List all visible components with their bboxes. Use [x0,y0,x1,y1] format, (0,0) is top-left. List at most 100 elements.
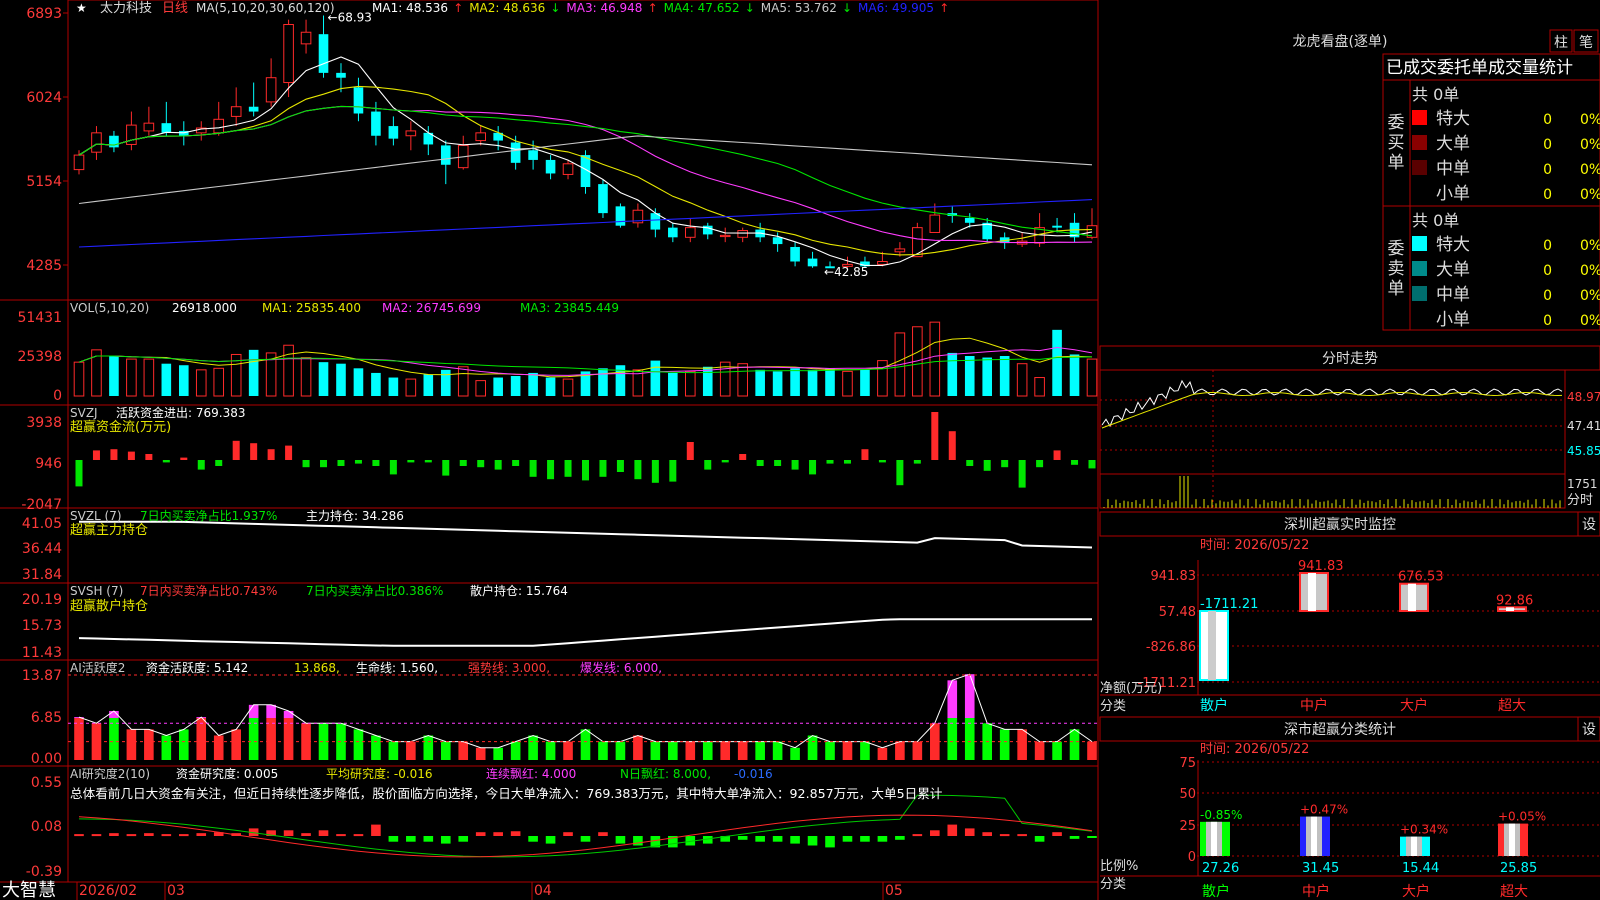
class-category: 散户 [1202,883,1230,900]
activity-bar [231,729,241,760]
activity-bar [144,729,154,760]
research-bar [196,833,207,836]
svsh-title: SVSH (7) [70,584,123,598]
candle-body [230,106,242,117]
research-bar [737,836,748,840]
fund-flow-bar [774,460,782,466]
research-bar [510,831,521,836]
activity-bar [685,741,696,760]
fund-flow-bar [302,460,310,468]
activity-bar [650,741,661,760]
row-label: 特大 [1436,109,1470,129]
activity-bar [353,729,364,760]
activity-bar [161,735,172,760]
fund-flow-bar [215,460,223,466]
research-bar [807,836,818,846]
volume-bar [860,369,870,396]
class-tick: 25 [1179,819,1196,834]
fund-flow-bar [1018,460,1026,488]
research-bar [842,836,853,842]
activity-bar [720,741,731,760]
row-value: 0 [1543,238,1552,254]
volume-bar [353,368,364,396]
volume-bar [755,369,765,396]
candle-body [877,260,888,265]
research-bar [790,836,800,844]
ai2-tick-label: 0.55 [31,775,62,791]
monitor-xlabel: 分类 [1100,699,1126,714]
monitor-category: 中户 [1300,697,1328,714]
research-bar [912,834,923,837]
ai1-t1: 资金活跃度: 5.142 [146,660,248,675]
vol-ma2: MA2: 26745.699 [382,301,481,315]
research-bar [982,832,993,836]
ma-arrow: ↑ [453,1,463,15]
period-label[interactable]: 日线 [162,1,188,16]
legend-swatch [1412,236,1427,251]
intraday-title: 分时走势 [1322,351,1378,367]
activity-bar [790,747,800,760]
vol-tick-label: 0 [53,388,62,404]
activity-bar [563,741,573,760]
candle-body [371,111,381,136]
row-value: 0 [1543,313,1552,329]
candle-body [737,230,748,238]
price-tick-label: 6024 [26,90,62,106]
activity-bar [842,741,853,760]
class-value: 25.85 [1500,861,1537,876]
row-label: 小单 [1436,310,1470,330]
star-icon[interactable]: ★ [76,1,87,15]
research-bar [633,836,643,846]
volume-bar [842,370,853,397]
svsh-tick-label: 15.73 [22,618,62,634]
fund-flow-bar [92,450,100,460]
legend-swatch [1412,160,1427,175]
activity-bar [755,741,765,760]
candle-body [336,72,346,78]
activity-bar [1069,729,1080,760]
fund-flow-bar [896,460,904,486]
volume-bar [1069,354,1080,396]
activity-bar [493,747,503,760]
activity-bar [510,741,521,760]
row-label: 小单 [1436,184,1470,204]
chart-layer: ←68.93←42.85 [0,0,1099,900]
ai1-tick-label: 0.00 [31,751,62,767]
ai2-t1: 资金研究度: 0.005 [176,766,278,781]
monitor-bar-shine [1208,611,1216,681]
activity-bar [895,741,905,760]
activity-bar [388,741,399,760]
research-bar [1052,832,1062,836]
volume-bar [1016,363,1028,397]
fund-flow-bar [320,460,328,468]
ai1-t3: 生命线: 1.560, [356,660,438,675]
fund-flow-bar [477,460,485,468]
research-bar [545,836,556,844]
panel-title: 龙虎看盘(逐单) [1293,33,1388,50]
volume-bar [825,368,835,396]
svsh-tick-label: 11.43 [22,645,62,661]
fund-flow-bar [547,460,555,480]
ai2-tick-label: -0.39 [26,864,62,880]
monitor-tick: 57.48 [1159,605,1196,620]
activity-bar [458,741,469,760]
candle-body [283,24,294,84]
volume-bar [772,371,783,396]
row-pct: 0% [1580,137,1600,153]
monitor-value: 676.53 [1398,570,1444,585]
volume-bar [440,369,451,396]
ai2-t4: N日飘红: 8.000, [620,766,711,781]
class-bar-shine [1411,836,1417,856]
candle-body [248,106,259,112]
research-bar [999,834,1010,837]
vol-tick-label: 25398 [17,349,62,365]
class-value: 31.45 [1302,861,1339,876]
fund-flow-bar [721,460,729,463]
ai1-t4: 强势线: 3.000, [468,661,550,675]
class-value: 15.44 [1402,861,1439,876]
monitor-tick: 941.83 [1151,569,1197,584]
row-value: 0 [1543,187,1552,203]
research-bar [1087,836,1097,838]
candle-body [91,132,102,153]
row-value: 0 [1543,288,1552,304]
